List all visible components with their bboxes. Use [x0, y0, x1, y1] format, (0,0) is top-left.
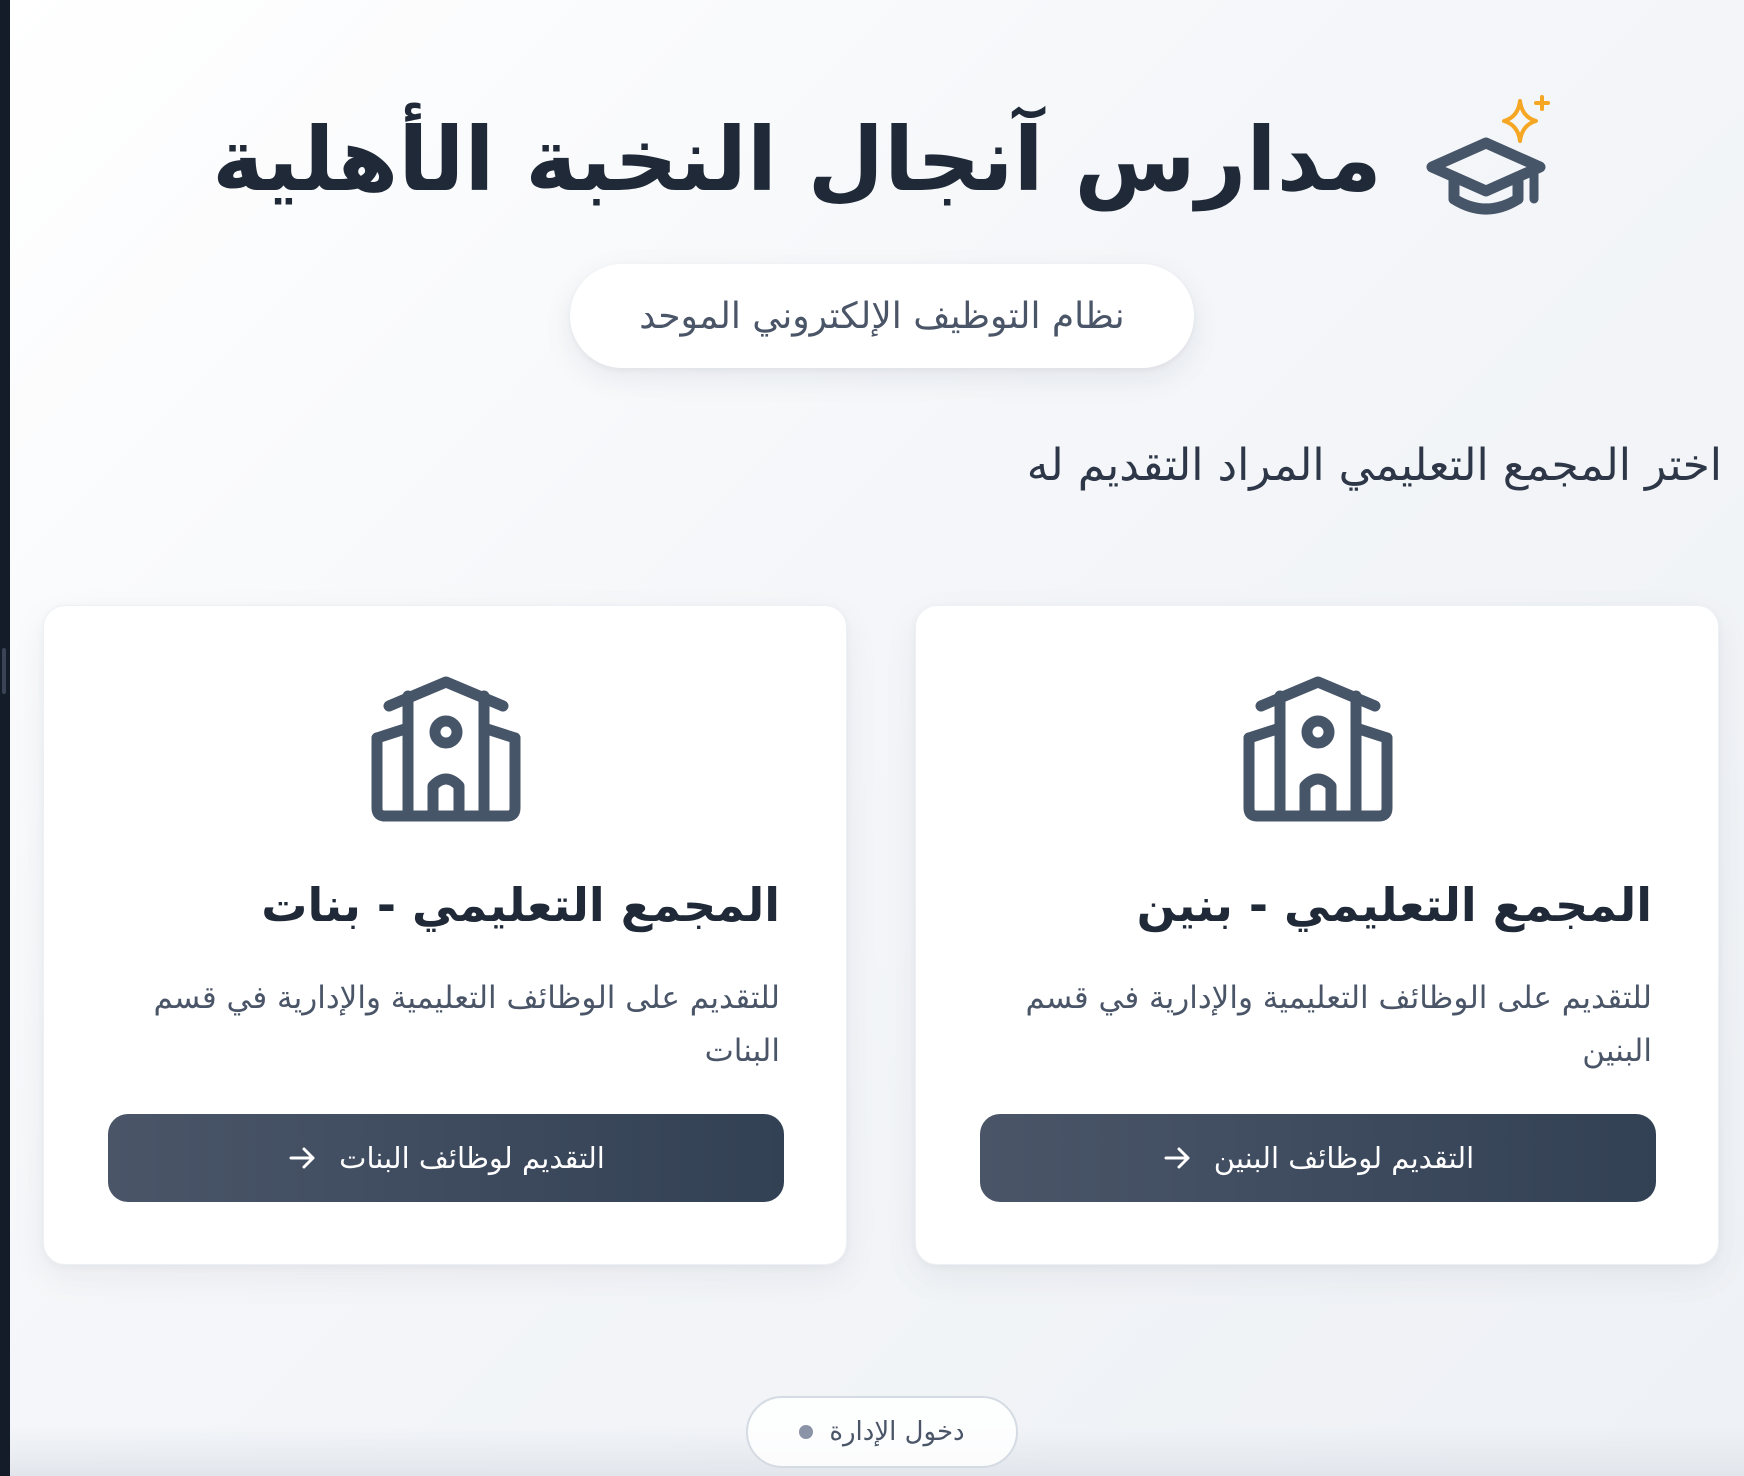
card-description-boys: للتقديم على الوظائف التعليمية والإدارية … [1025, 980, 1652, 1069]
admin-login-label: دخول الإدارة [829, 1417, 965, 1447]
admin-login-button[interactable]: دخول الإدارة [746, 1396, 1018, 1468]
resize-handle[interactable] [2, 648, 6, 694]
apply-girls-button[interactable]: التقديم لوظائف البنات [108, 1114, 784, 1202]
apply-boys-button-label: التقديم لوظائف البنين [1213, 1141, 1475, 1175]
status-dot-icon [799, 1425, 814, 1439]
sparkle-icon [1501, 95, 1550, 143]
system-subtitle-badge: نظام التوظيف الإلكتروني الموحد [570, 264, 1194, 368]
school-building-icon [1243, 676, 1393, 822]
card-title-girls: المجمع التعليمي - بنات [261, 878, 780, 932]
arrow-right-icon [1164, 1147, 1190, 1169]
school-building-icon [371, 676, 521, 822]
card-description-girls: للتقديم على الوظائف التعليمية والإدارية … [153, 980, 780, 1069]
apply-boys-button[interactable]: التقديم لوظائف البنين [980, 1114, 1656, 1202]
section-prompt: اختر المجمع التعليمي المراد التقديم له [1026, 440, 1722, 491]
apply-girls-button-label: التقديم لوظائف البنات [339, 1141, 605, 1175]
window-left-edge [0, 0, 10, 1476]
page-title: مدارس آنجال النخبة الأهلية [212, 108, 1382, 211]
complex-card-girls: المجمع التعليمي - بنات للتقديم على الوظا… [43, 605, 847, 1265]
complex-card-boys: المجمع التعليمي - بنين للتقديم على الوظا… [915, 605, 1719, 1265]
page-header: مدارس آنجال النخبة الأهلية [212, 80, 1550, 240]
arrow-right-icon [289, 1147, 315, 1169]
graduation-cap-icon [1418, 95, 1558, 225]
card-title-boys: المجمع التعليمي - بنين [1136, 878, 1652, 932]
